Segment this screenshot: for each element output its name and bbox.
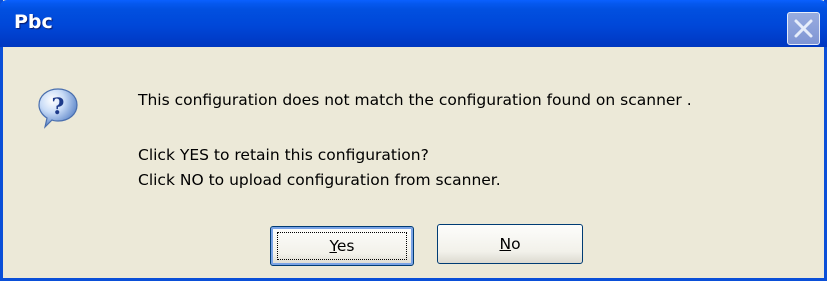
close-button[interactable]	[787, 12, 820, 45]
question-glyph: ?	[52, 94, 65, 120]
no-label: No	[499, 235, 521, 253]
focus-ring	[277, 232, 407, 260]
message-line-1: This configuration does not match the co…	[138, 91, 692, 109]
title-bar[interactable]: Pbc	[0, 0, 827, 47]
yes-button[interactable]: Yes	[270, 226, 414, 266]
dialog-window: Pbc ? This configuration does not match …	[0, 0, 827, 281]
question-icon: ?	[38, 88, 78, 129]
no-button[interactable]: No	[437, 224, 583, 264]
message-line-3: Click NO to upload configuration from sc…	[138, 171, 501, 189]
message-line-2: Click YES to retain this configuration?	[138, 146, 429, 164]
close-icon	[794, 19, 813, 38]
window-title: Pbc	[14, 11, 53, 33]
